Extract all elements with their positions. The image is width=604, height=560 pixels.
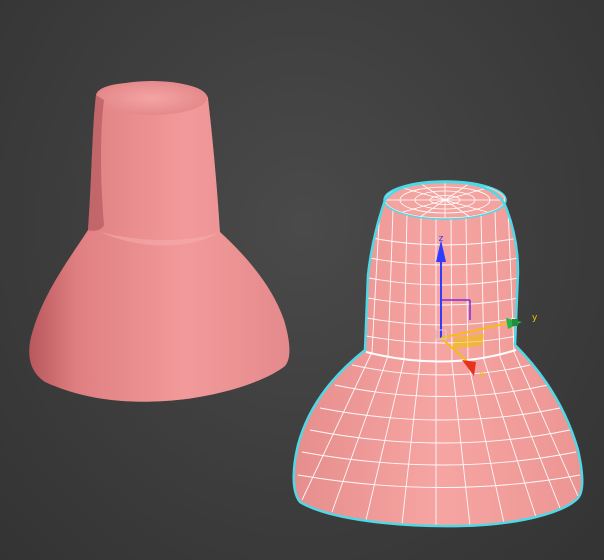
gizmo-y-label: y <box>532 313 538 323</box>
viewport-scene: z y x <box>29 81 584 528</box>
3d-viewport[interactable]: z y x <box>0 0 604 560</box>
selected-mesh-object[interactable] <box>292 180 584 528</box>
gizmo-y-handle[interactable] <box>512 319 518 326</box>
sculpted-object[interactable] <box>29 81 290 402</box>
gizmo-x-label: x <box>479 370 485 380</box>
sculpted-object-top <box>97 81 207 115</box>
gizmo-z-label: z <box>439 234 444 244</box>
